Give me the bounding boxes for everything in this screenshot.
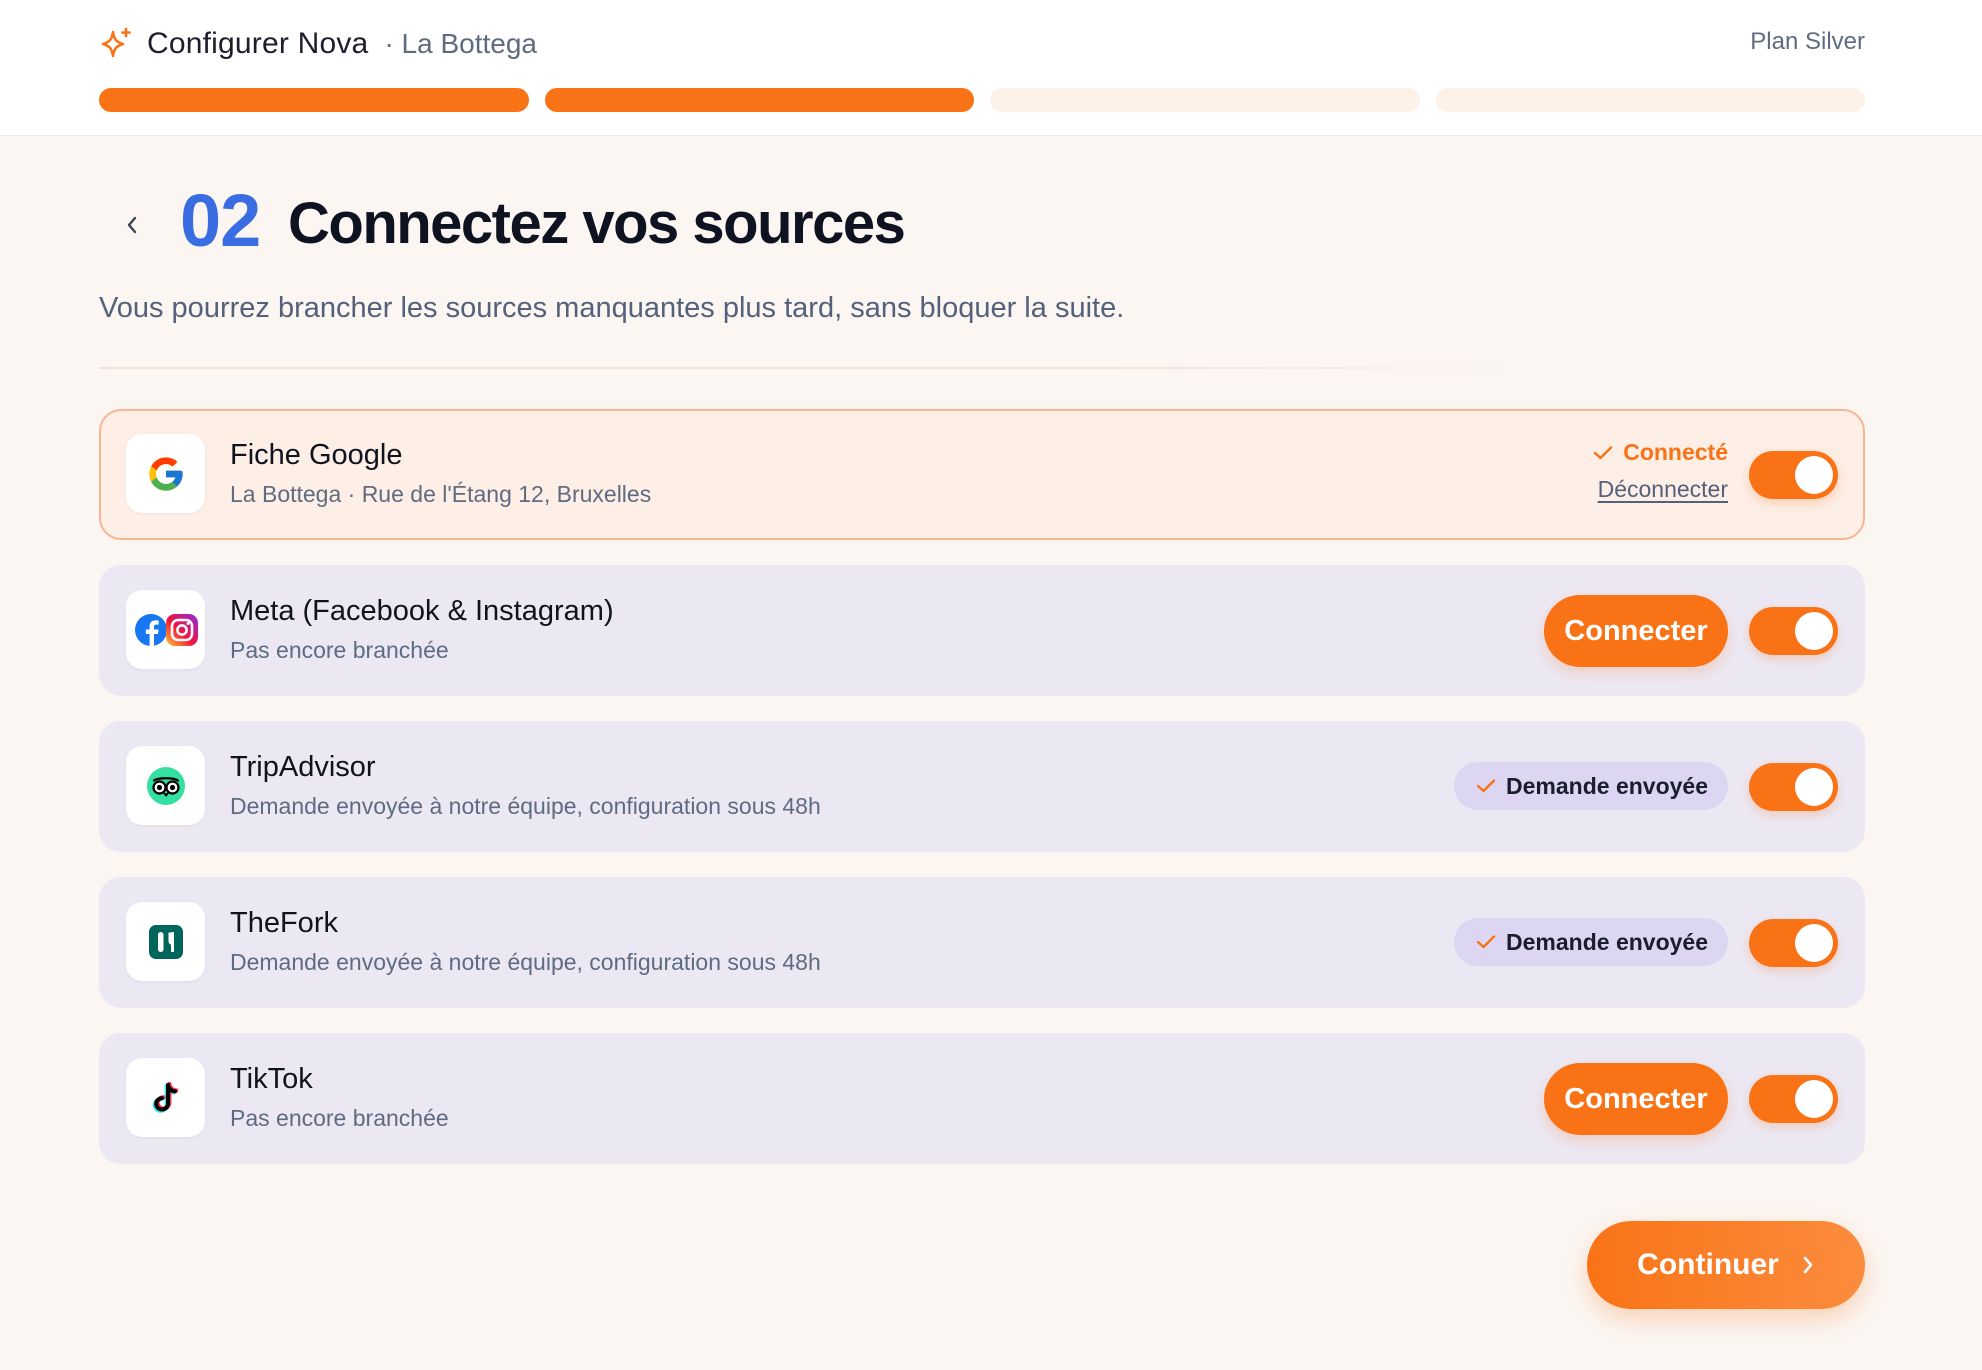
connected-text: Connecté xyxy=(1623,439,1728,465)
toggle-knob xyxy=(1795,924,1833,962)
meta-icon xyxy=(126,590,205,669)
connect-button[interactable]: Connecter xyxy=(1544,595,1728,667)
connected-label: Connecté xyxy=(1593,439,1728,466)
page-title: Connectez vos sources xyxy=(288,191,906,256)
tiktok-icon xyxy=(126,1058,205,1137)
tripadvisor-icon xyxy=(126,746,205,825)
source-card-google: Fiche Google La Bottega · Rue de l'Étang… xyxy=(99,409,1865,540)
business-name: · La Bottega xyxy=(384,28,537,59)
pending-text: Demande envoyée xyxy=(1506,928,1708,955)
progress-step-1 xyxy=(99,88,529,112)
chevron-left-icon xyxy=(127,216,137,234)
pending-badge: Demande envoyée xyxy=(1454,918,1728,966)
sources-list: Fiche Google La Bottega · Rue de l'Étang… xyxy=(99,409,1865,1189)
source-name: Fiche Google xyxy=(230,439,403,471)
source-toggle[interactable] xyxy=(1749,607,1838,655)
page-subtitle: Vous pourrez brancher les sources manqua… xyxy=(99,292,1125,324)
source-toggle[interactable] xyxy=(1749,763,1838,811)
source-toggle[interactable] xyxy=(1749,451,1838,499)
chevron-right-icon xyxy=(1803,1256,1813,1274)
progress-step-3 xyxy=(990,88,1420,112)
source-name: TikTok xyxy=(230,1063,313,1095)
source-description: Demande envoyée à notre équipe, configur… xyxy=(230,793,821,819)
check-icon xyxy=(1476,779,1496,793)
source-name: TheFork xyxy=(230,907,338,939)
progress-step-2 xyxy=(544,88,974,112)
source-card-thefork: TheFork Demande envoyée à notre équipe, … xyxy=(99,877,1865,1008)
disconnect-link[interactable]: Déconnecter xyxy=(1598,476,1728,503)
source-toggle[interactable] xyxy=(1749,1075,1838,1123)
source-description: Pas encore branchée xyxy=(230,1105,449,1131)
source-description: La Bottega · Rue de l'Étang 12, Bruxelle… xyxy=(230,481,652,507)
continue-button[interactable]: Continuer xyxy=(1587,1221,1865,1309)
pending-text: Demande envoyée xyxy=(1506,772,1708,799)
continue-label: Continuer xyxy=(1637,1248,1779,1281)
app-title: Configurer Nova xyxy=(147,27,369,60)
connection-status: Connecté Déconnecter xyxy=(1593,439,1728,503)
top-bar: Configurer Nova · La Bottega Plan Silver xyxy=(0,0,1982,136)
connect-button[interactable]: Connecter xyxy=(1544,1063,1728,1135)
source-description: Pas encore branchée xyxy=(230,637,449,663)
pending-badge: Demande envoyée xyxy=(1454,762,1728,810)
thefork-icon xyxy=(126,902,205,981)
toggle-knob xyxy=(1795,456,1833,494)
step-progress xyxy=(99,88,1865,112)
source-card-meta: Meta (Facebook & Instagram) Pas encore b… xyxy=(99,565,1865,696)
google-icon xyxy=(126,434,205,513)
source-card-tripadvisor: TripAdvisor Demande envoyée à notre équi… xyxy=(99,721,1865,852)
toggle-knob xyxy=(1795,1080,1833,1118)
sparkle-icon xyxy=(99,27,133,61)
source-card-tiktok: TikTok Pas encore branchée Connecter xyxy=(99,1033,1865,1164)
source-name: TripAdvisor xyxy=(230,751,376,783)
toggle-knob xyxy=(1795,768,1833,806)
step-number: 02 xyxy=(180,179,261,262)
check-icon xyxy=(1476,935,1496,949)
source-name: Meta (Facebook & Instagram) xyxy=(230,595,614,627)
brand: Configurer Nova · La Bottega xyxy=(99,24,537,64)
source-toggle[interactable] xyxy=(1749,919,1838,967)
back-button[interactable] xyxy=(112,205,152,245)
plan-label: Plan Silver xyxy=(1750,28,1865,55)
source-description: Demande envoyée à notre équipe, configur… xyxy=(230,949,821,975)
progress-step-4 xyxy=(1435,88,1865,112)
check-icon xyxy=(1594,445,1613,459)
toggle-knob xyxy=(1795,612,1833,650)
divider xyxy=(99,367,1539,369)
